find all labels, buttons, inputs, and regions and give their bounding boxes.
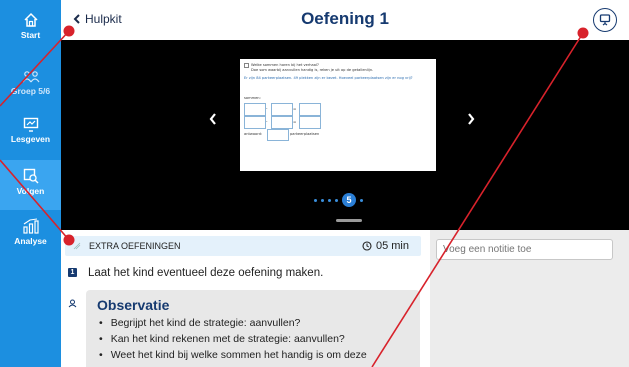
resize-handle[interactable] xyxy=(336,219,362,222)
slide-viewer: Welke sommen horen bij het verhaal? Doe … xyxy=(61,40,629,230)
exercise-icon xyxy=(244,63,249,68)
next-slide-button[interactable] xyxy=(467,112,475,129)
header: Hulpkit Oefening 1 xyxy=(61,0,629,40)
slide-subtitle: Doe som waarbij aanvullen handig is, rek… xyxy=(251,68,374,72)
notes-panel xyxy=(430,230,629,367)
list-item: Begrijpt het kind de strategie: aanvulle… xyxy=(99,315,367,331)
analysis-icon xyxy=(22,218,39,234)
page-dot[interactable] xyxy=(314,198,317,202)
app-window: Start Groep 5/6 Lesgeven Volgen Analyse … xyxy=(0,0,629,367)
slide-pagination: 5 xyxy=(314,193,363,207)
observation-list: Begrijpt het kind de strategie: aanvulle… xyxy=(99,315,367,363)
sidebar-item-groep[interactable]: Groep 5/6 xyxy=(0,70,61,96)
answer-box[interactable] xyxy=(244,116,266,129)
current-page-dot[interactable]: 5 xyxy=(342,193,356,207)
home-icon xyxy=(23,12,38,27)
answer-box[interactable] xyxy=(299,116,321,129)
page-dot[interactable] xyxy=(321,198,324,202)
follow-icon xyxy=(23,168,38,184)
prev-slide-button[interactable] xyxy=(209,112,217,129)
slide-antwoord-label: antwoord: xyxy=(244,132,263,136)
slide-sommen-label: sommen: xyxy=(244,96,261,100)
chevron-right-icon xyxy=(468,113,475,125)
page-dot[interactable] xyxy=(360,198,363,202)
slide: Welke sommen horen bij het verhaal? Doe … xyxy=(240,59,436,171)
slide-antwoord-suffix: parkeerplaatsen xyxy=(290,132,320,136)
sidebar-item-label: Volgen xyxy=(16,186,45,196)
step-text: Laat het kind eventueel deze oefening ma… xyxy=(88,267,324,279)
sidebar-item-lesgeven[interactable]: Lesgeven xyxy=(0,117,61,144)
page-dot[interactable] xyxy=(328,198,331,202)
section-duration: 05 min xyxy=(362,240,409,252)
sidebar-item-volgen[interactable]: Volgen xyxy=(0,160,61,210)
note-input[interactable] xyxy=(436,239,613,260)
observation-title: Observatie xyxy=(97,297,170,313)
presentation-icon xyxy=(599,14,611,26)
observation-icon xyxy=(68,299,77,308)
observation-box: Observatie Begrijpt het kind de strategi… xyxy=(86,290,420,367)
sidebar-item-label: Groep 5/6 xyxy=(10,86,51,96)
lesson-panel: EXTRA OEFENINGEN 05 min 1 Laat het kind … xyxy=(61,230,430,367)
list-item: Weet het kind bij welke sommen het handi… xyxy=(99,347,367,363)
minus-sign: - xyxy=(266,119,268,124)
clock-icon xyxy=(362,241,372,251)
page-title: Oefening 1 xyxy=(301,9,389,28)
sidebar-item-label: Start xyxy=(20,30,41,40)
section-header: EXTRA OEFENINGEN 05 min xyxy=(65,236,421,256)
section-title: EXTRA OEFENINGEN xyxy=(89,241,181,251)
sidebar-item-start[interactable]: Start xyxy=(0,12,61,40)
duration-text: 05 min xyxy=(375,240,409,252)
slide-icon xyxy=(244,63,249,69)
answer-box[interactable] xyxy=(299,103,321,116)
equals-sign: = xyxy=(293,119,297,124)
sidebar: Start Groep 5/6 Lesgeven Volgen Analyse xyxy=(0,0,61,367)
lesson-icon xyxy=(23,117,38,132)
equals-sign: = xyxy=(293,106,297,111)
sidebar-item-label: Analyse xyxy=(14,236,47,246)
present-button[interactable] xyxy=(593,8,617,32)
answer-box[interactable] xyxy=(271,116,293,129)
slide-story: Er zijn 84 parkeerplaatsen. 49 plekken z… xyxy=(244,76,413,80)
sidebar-item-label: Lesgeven xyxy=(10,134,51,144)
sidebar-item-analyse[interactable]: Analyse xyxy=(0,218,61,246)
chevron-left-icon xyxy=(209,113,216,125)
page-dot[interactable] xyxy=(335,198,338,202)
slide-question: Welke sommen horen bij het verhaal? xyxy=(251,63,319,67)
list-item: Kan het kind rekenen met de strategie: a… xyxy=(99,331,367,347)
drag-icon xyxy=(73,242,81,250)
answer-box[interactable] xyxy=(267,129,289,141)
step-number: 1 xyxy=(68,268,77,277)
group-icon xyxy=(22,71,39,83)
answer-box[interactable] xyxy=(244,103,266,116)
minus-sign: - xyxy=(266,106,268,111)
answer-box[interactable] xyxy=(271,103,293,116)
